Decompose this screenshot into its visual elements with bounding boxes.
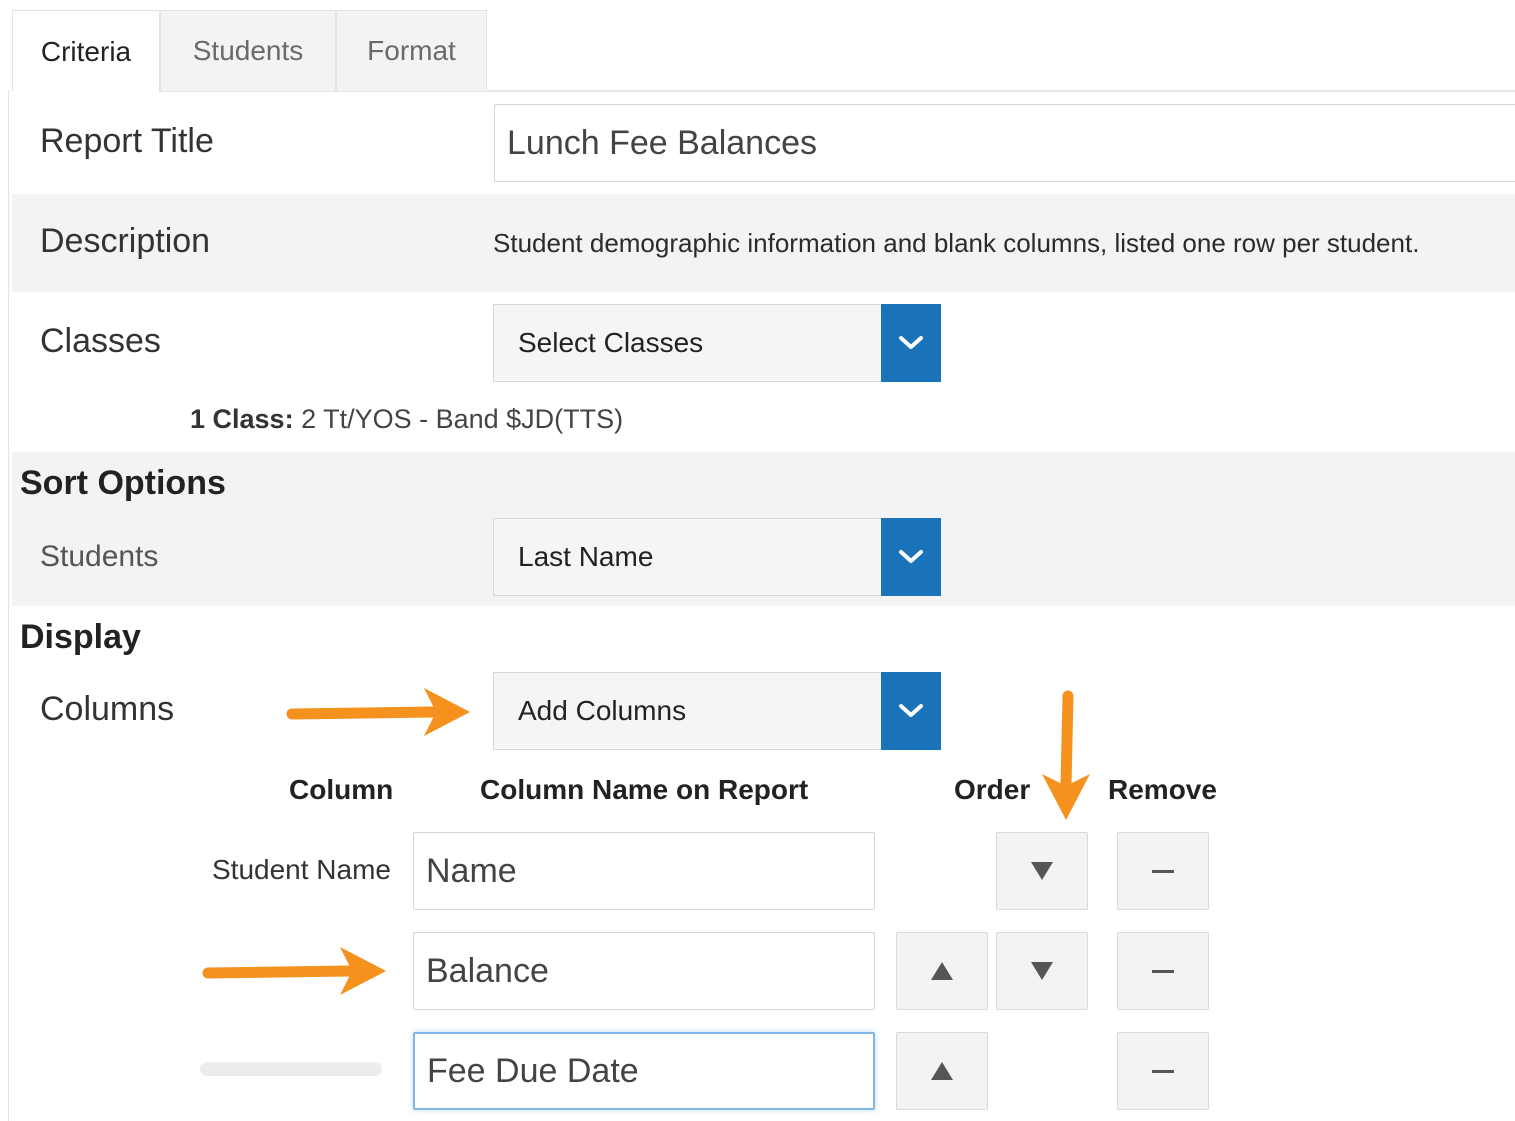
triangle-down-icon (1031, 962, 1053, 980)
remove-column-button[interactable] (1117, 832, 1209, 910)
triangle-up-icon (931, 962, 953, 980)
annotation-arrow-icon (1042, 690, 1090, 820)
column-header-column: Column (289, 774, 394, 805)
sort-students-value: Last Name (518, 541, 654, 572)
column-header-name: Column Name on Report (480, 774, 809, 805)
report-title-input[interactable] (494, 104, 1515, 182)
move-up-button[interactable] (896, 932, 988, 1010)
column-header-remove: Remove (1108, 774, 1217, 805)
classes-list: 2 Tt/YOS - Band $JD(TTS) (293, 404, 624, 434)
add-columns-select[interactable]: Add Columns (493, 672, 941, 750)
sort-options-heading: Sort Options (20, 464, 226, 502)
sort-students-select[interactable]: Last Name (493, 518, 941, 596)
chevron-down-icon[interactable] (881, 304, 941, 382)
classes-selection-note: 1 Class: 2 Tt/YOS - Band $JD(TTS) (190, 404, 623, 435)
columns-label: Columns (40, 690, 175, 728)
sort-students-label: Students (40, 540, 159, 573)
remove-column-button[interactable] (1117, 1032, 1209, 1110)
page-left-border (8, 90, 9, 1121)
description-label: Description (40, 222, 211, 260)
column-name-input[interactable] (413, 932, 875, 1010)
classes-count: 1 Class: (190, 404, 294, 434)
description-text: Student demographic information and blan… (493, 228, 1420, 258)
tab-format[interactable]: Format (336, 10, 487, 92)
column-name-input[interactable] (413, 1032, 875, 1110)
move-down-button[interactable] (996, 932, 1088, 1010)
triangle-up-icon (931, 1062, 953, 1080)
display-heading: Display (20, 618, 141, 656)
annotation-arrow-icon (202, 947, 386, 995)
minus-icon (1152, 969, 1174, 973)
chevron-down-icon[interactable] (881, 518, 941, 596)
classes-select-value: Select Classes (518, 327, 704, 358)
move-up-button[interactable] (896, 1032, 988, 1110)
classes-select[interactable]: Select Classes (493, 304, 941, 382)
row-column-label: Student Name (212, 854, 391, 885)
annotation-arrow-icon (286, 688, 470, 736)
report-title-label: Report Title (40, 122, 214, 160)
minus-icon (1152, 869, 1174, 873)
chevron-down-icon[interactable] (881, 672, 941, 750)
tab-students[interactable]: Students (160, 10, 336, 92)
minus-icon (1152, 1069, 1174, 1073)
row-column-label-placeholder (200, 1062, 382, 1076)
column-name-input[interactable] (413, 832, 875, 910)
remove-column-button[interactable] (1117, 932, 1209, 1010)
move-down-button[interactable] (996, 832, 1088, 910)
tab-criteria[interactable]: Criteria (12, 10, 160, 92)
classes-label: Classes (40, 322, 161, 360)
add-columns-value: Add Columns (518, 695, 687, 726)
triangle-down-icon (1031, 862, 1053, 880)
column-header-order: Order (954, 774, 1031, 805)
